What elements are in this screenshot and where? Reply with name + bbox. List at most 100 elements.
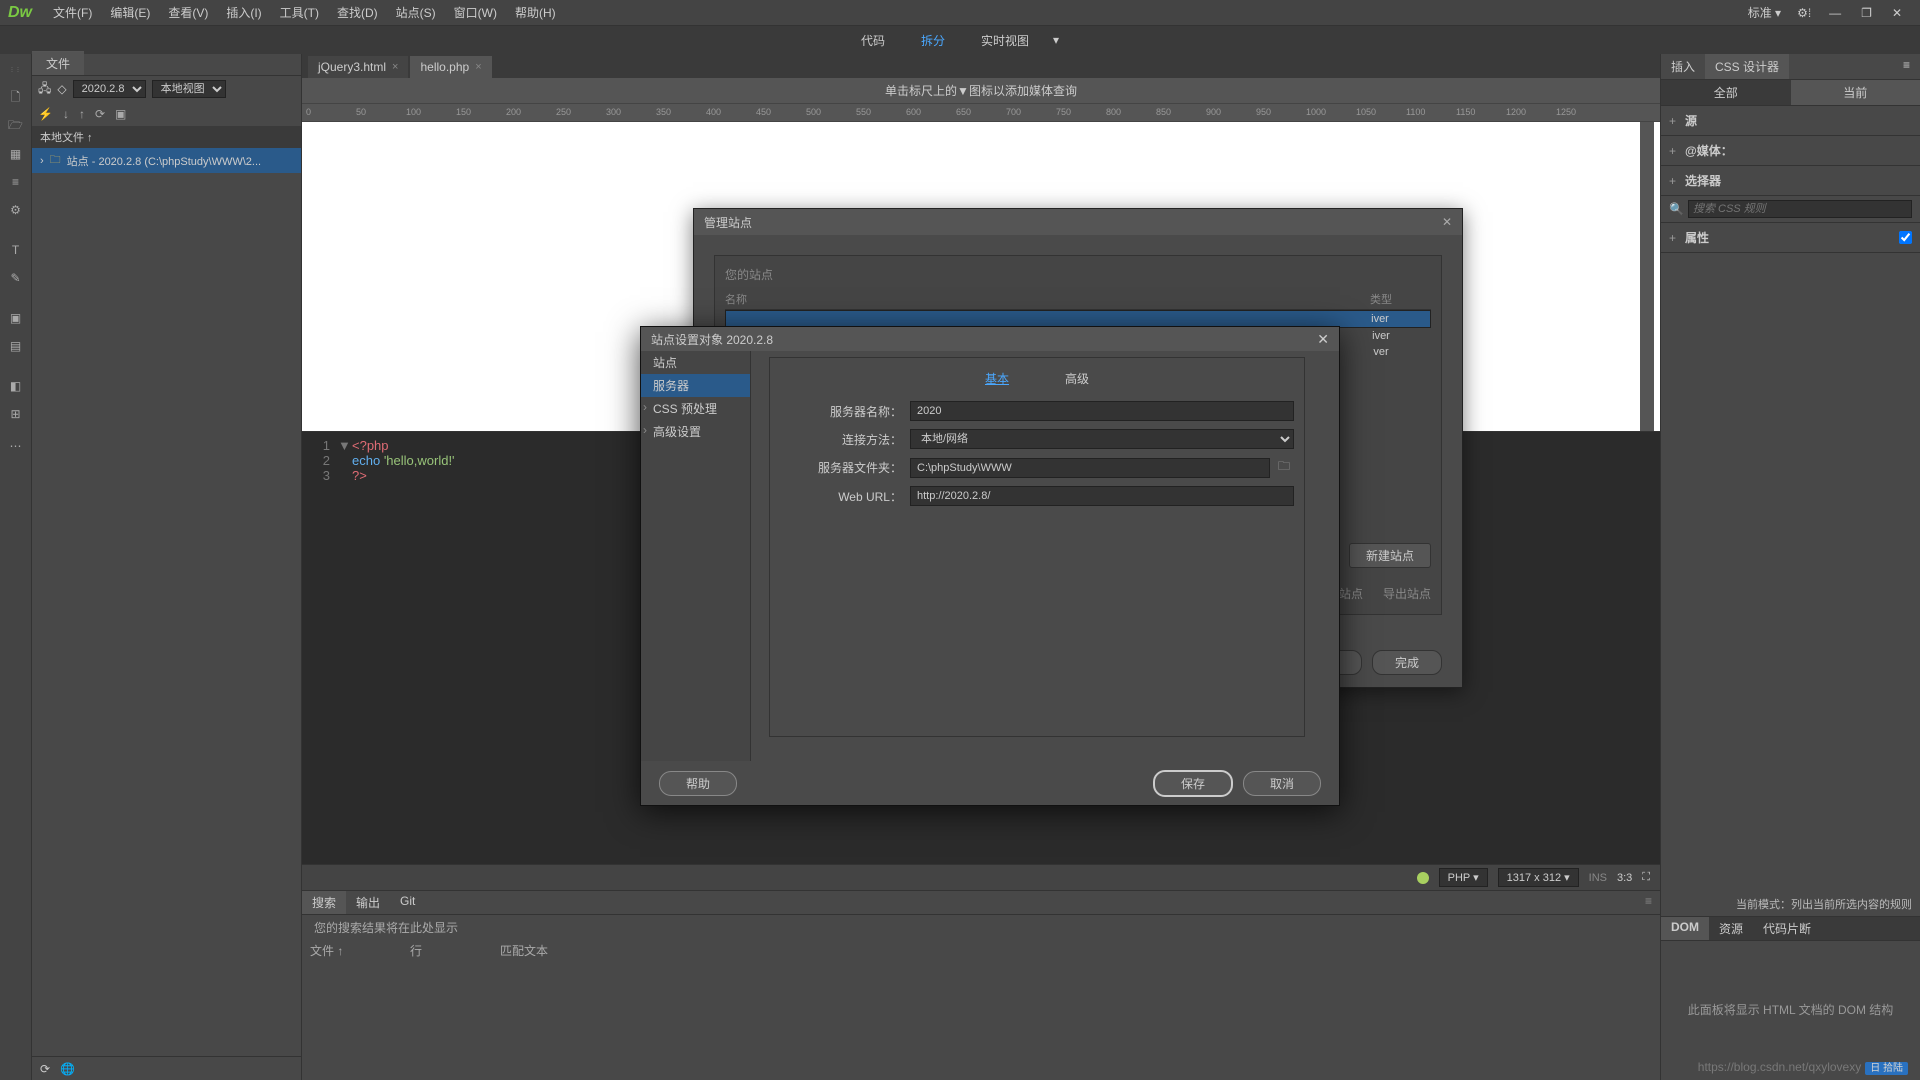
close-icon[interactable]: ✕ bbox=[1442, 215, 1452, 229]
input-server-folder[interactable] bbox=[910, 458, 1270, 478]
refresh-bottom-icon[interactable]: ⟳ bbox=[40, 1062, 50, 1076]
new-site-button[interactable]: 新建站点 bbox=[1349, 543, 1431, 568]
tab-hello[interactable]: hello.php× bbox=[410, 56, 491, 78]
input-server-name[interactable] bbox=[910, 401, 1294, 421]
site-help-button[interactable]: 帮助 bbox=[659, 771, 737, 796]
tab-close-icon[interactable]: × bbox=[475, 61, 481, 73]
panel-menu-icon[interactable]: ≡ bbox=[1893, 54, 1920, 79]
view-code[interactable]: 代码 bbox=[853, 28, 893, 53]
menu-window[interactable]: 窗口(W) bbox=[445, 4, 506, 21]
close-icon[interactable]: ✕ bbox=[1317, 331, 1329, 348]
gear-icon[interactable]: ⚙ bbox=[0, 196, 31, 224]
refresh-icon[interactable]: ⟳ bbox=[95, 107, 105, 121]
list-icon[interactable]: ≡ bbox=[0, 168, 31, 196]
server-tab-basic[interactable]: 基本 bbox=[957, 368, 1037, 389]
site-cancel-button[interactable]: 取消 bbox=[1243, 771, 1321, 796]
status-ins: INS bbox=[1589, 872, 1607, 884]
fullscreen-icon[interactable]: ⛶ bbox=[1642, 871, 1650, 884]
file-open-icon[interactable]: 🗁 bbox=[0, 112, 31, 140]
file-new-icon[interactable]: 🗋 bbox=[0, 84, 31, 112]
panel-tab-css[interactable]: CSS 设计器 bbox=[1705, 54, 1789, 79]
nav-site[interactable]: 站点 bbox=[641, 351, 750, 374]
menu-help[interactable]: 帮助(H) bbox=[506, 4, 565, 21]
connect-icon[interactable]: ⚡ bbox=[38, 107, 53, 121]
tree-header[interactable]: 本地文件 ↑ bbox=[32, 126, 301, 148]
sync-icon[interactable]: ◇ bbox=[57, 82, 66, 96]
search-tab-output[interactable]: 输出 bbox=[346, 891, 390, 914]
status-dimensions[interactable]: 1317 x 312 ▾ bbox=[1498, 868, 1579, 887]
tab-close-icon[interactable]: × bbox=[392, 61, 398, 73]
status-ok-icon[interactable] bbox=[1417, 872, 1429, 884]
get-icon[interactable]: ↓ bbox=[63, 107, 69, 121]
ftp-icon[interactable]: 🖧 bbox=[38, 79, 51, 100]
sync-settings-icon[interactable]: ⚙︎⁞ bbox=[1789, 6, 1819, 20]
search-tab-search[interactable]: 搜索 bbox=[302, 891, 346, 914]
expand-icon[interactable]: ▣ bbox=[115, 107, 126, 121]
menu-edit[interactable]: 编辑(E) bbox=[101, 4, 159, 21]
put-icon[interactable]: ↑ bbox=[79, 107, 85, 121]
add-selector-icon[interactable]: + bbox=[1669, 174, 1685, 188]
nav-css-preproc[interactable]: CSS 预处理 bbox=[641, 397, 750, 420]
search-tab-git[interactable]: Git bbox=[390, 891, 425, 914]
manage-done-button[interactable]: 完成 bbox=[1372, 650, 1442, 675]
site-root-label: 站点 - 2020.2.8 (C:\phpStudy\WWW\2... bbox=[67, 153, 261, 169]
snippets-tab[interactable]: 代码片断 bbox=[1753, 917, 1821, 940]
menu-site[interactable]: 站点(S) bbox=[387, 4, 445, 21]
tab-jquery[interactable]: jQuery3.html× bbox=[308, 56, 408, 78]
css-subtab-all[interactable]: 全部 bbox=[1661, 80, 1791, 105]
menu-find[interactable]: 查找(D) bbox=[328, 4, 387, 21]
layout-selector[interactable]: 标准 ▾ bbox=[1740, 4, 1789, 21]
site-root-row[interactable]: › 🗀 站点 - 2020.2.8 (C:\phpStudy\WWW\2... bbox=[32, 148, 301, 173]
browse-folder-icon[interactable]: 🗀 bbox=[1274, 457, 1294, 478]
site-select[interactable]: 2020.2.8 bbox=[73, 80, 146, 98]
tool-wand-icon[interactable]: ✎ bbox=[0, 264, 31, 292]
menu-view[interactable]: 查看(V) bbox=[159, 4, 217, 21]
files-tab[interactable]: 文件 bbox=[32, 51, 84, 75]
tool-color-icon[interactable]: ◧ bbox=[0, 372, 31, 400]
view-split[interactable]: 拆分 bbox=[913, 28, 953, 53]
input-web-url[interactable] bbox=[910, 486, 1294, 506]
tool-layers-icon[interactable]: ▤ bbox=[0, 332, 31, 360]
restore-icon[interactable]: ❐ bbox=[1851, 6, 1882, 20]
more-tools-icon[interactable]: ⋯ bbox=[0, 432, 31, 460]
media-query-hint: 单击标尺上的 ▼ 图标以添加媒体查询 bbox=[302, 78, 1660, 104]
css-search-input[interactable] bbox=[1688, 200, 1912, 218]
server-tab-advanced[interactable]: 高级 bbox=[1037, 368, 1117, 389]
export-site-link[interactable]: 导出站点 bbox=[1383, 585, 1431, 602]
css-subtab-current[interactable]: 当前 bbox=[1791, 80, 1920, 105]
view-select[interactable]: 本地视图 bbox=[152, 80, 226, 98]
globe-icon[interactable]: 🌐 bbox=[60, 1062, 75, 1076]
tool-text-icon[interactable]: T bbox=[0, 236, 31, 264]
select-connect-method[interactable]: 本地/网络 bbox=[910, 429, 1294, 449]
nav-servers[interactable]: 服务器 bbox=[641, 374, 750, 397]
menu-tools[interactable]: 工具(T) bbox=[271, 4, 328, 21]
panel-menu-icon[interactable]: ≡ bbox=[1637, 891, 1660, 914]
media-dropdown-track[interactable] bbox=[1640, 122, 1654, 431]
panel-tab-insert[interactable]: 插入 bbox=[1661, 54, 1705, 79]
minimize-icon[interactable]: — bbox=[1819, 6, 1851, 20]
add-media-icon[interactable]: + bbox=[1669, 144, 1685, 158]
close-icon[interactable]: ✕ bbox=[1882, 6, 1912, 20]
image-icon[interactable]: ▦ bbox=[0, 140, 31, 168]
menu-insert[interactable]: 插入(I) bbox=[217, 4, 270, 21]
section-source: 源 bbox=[1685, 112, 1697, 129]
menu-file[interactable]: 文件(F) bbox=[44, 4, 101, 21]
show-set-checkbox[interactable] bbox=[1899, 231, 1912, 244]
status-bar: PHP ▾ 1317 x 312 ▾ INS 3:3 ⛶ bbox=[302, 864, 1660, 890]
status-lang[interactable]: PHP ▾ bbox=[1439, 868, 1488, 887]
media-add-icon[interactable]: ▼ bbox=[957, 84, 969, 98]
dom-tab[interactable]: DOM bbox=[1661, 917, 1709, 940]
site-setup-dialog: 站点设置对象 2020.2.8 ✕ 站点 服务器 CSS 预处理 高级设置 基本… bbox=[640, 326, 1340, 806]
view-live[interactable]: 实时视图 bbox=[973, 28, 1037, 53]
status-position: 3:3 bbox=[1617, 872, 1632, 884]
chevron-down-icon[interactable]: ▾ bbox=[1045, 29, 1067, 51]
site-save-button[interactable]: 保存 bbox=[1153, 770, 1233, 797]
ruler[interactable]: 0501001502002503003504004505005506006507… bbox=[302, 104, 1660, 122]
nav-advanced[interactable]: 高级设置 bbox=[641, 420, 750, 443]
add-source-icon[interactable]: + bbox=[1669, 114, 1685, 128]
tool-grid-icon[interactable]: ⊞ bbox=[0, 400, 31, 428]
add-prop-icon[interactable]: + bbox=[1669, 231, 1685, 245]
tool-panel-icon[interactable]: ▣ bbox=[0, 304, 31, 332]
assets-tab[interactable]: 资源 bbox=[1709, 917, 1753, 940]
search-panel: 搜索 输出 Git ≡ 您的搜索结果将在此处显示 文件 ↑ 行 匹配文本 bbox=[302, 890, 1660, 1080]
